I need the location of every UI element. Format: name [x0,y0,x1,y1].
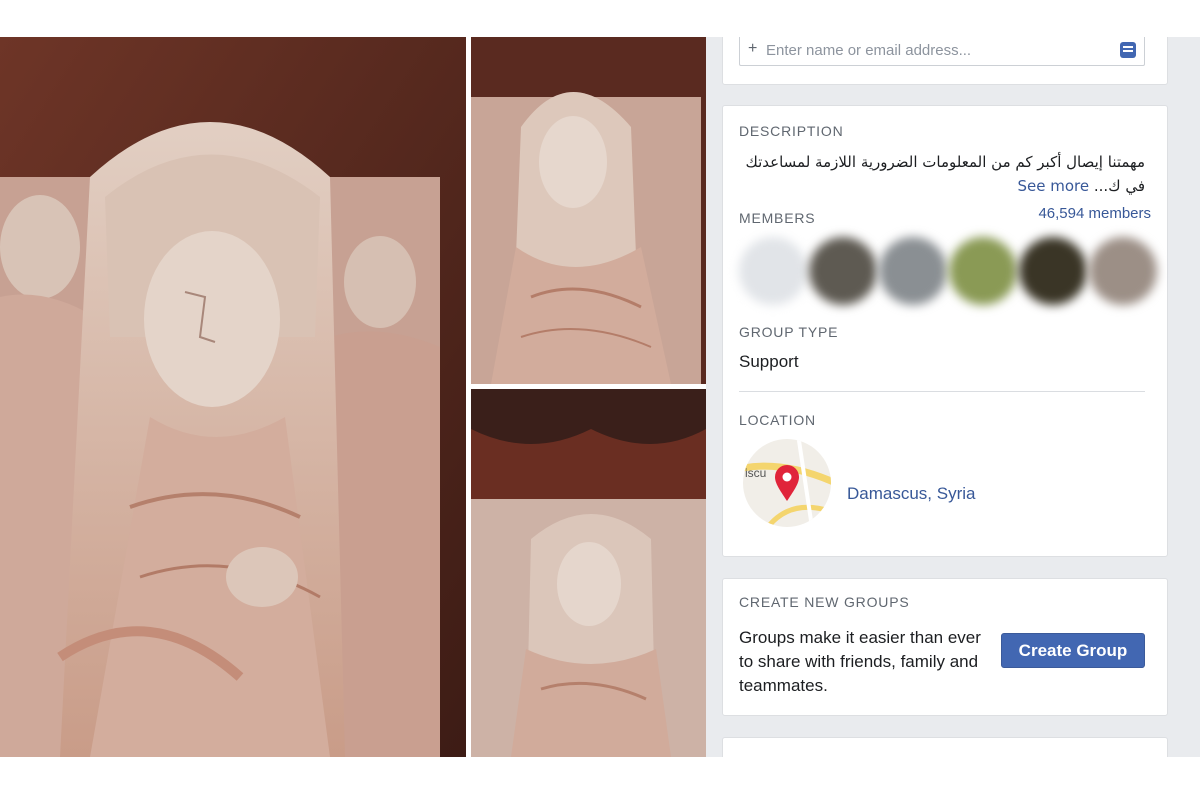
location-city-link[interactable]: Damascus, Syria [847,484,975,504]
members-count-link[interactable]: 46,594 members [1038,205,1151,222]
invite-members-card: + [722,37,1168,85]
svg-text:iscu: iscu [745,466,766,480]
member-avatars [739,233,1159,309]
location-label: LOCATION [739,412,816,428]
create-groups-text: Groups make it easier than ever to share… [739,628,981,695]
statue-photo-top-right[interactable] [471,37,706,384]
photo-grid [0,37,706,757]
statue-photo-bottom-right[interactable] [471,389,706,757]
recent-group-photos-card [722,737,1168,757]
see-more-link[interactable]: See more [1018,177,1090,195]
description-text: مهمتنا إيصال أكبر كم من المعلومات الضرور… [739,150,1145,198]
group-type-value: Support [739,352,799,371]
statue-photo-large[interactable] [0,37,466,757]
group-about-card: DESCRIPTION مهمتنا إيصال أكبر كم من المع… [722,105,1168,557]
member-avatar[interactable] [1019,237,1087,305]
create-groups-label: CREATE NEW GROUPS [739,594,910,610]
members-label: MEMBERS [739,210,816,226]
location-map-thumbnail[interactable]: iscu [743,439,831,527]
member-avatar[interactable] [809,237,877,305]
group-sidebar: + DESCRIPTION مهمتنا إيصال أكبر كم من ال… [706,37,1200,757]
member-avatar[interactable] [949,237,1017,305]
invite-input-box[interactable]: + [739,37,1145,66]
divider [739,391,1145,392]
contacts-icon[interactable] [1120,42,1136,58]
group-type-label: GROUP TYPE [739,324,839,340]
member-avatar[interactable] [1089,237,1157,305]
member-avatar[interactable] [879,237,947,305]
create-groups-card: CREATE NEW GROUPS Groups make it easier … [722,578,1168,716]
description-label: DESCRIPTION [739,123,844,139]
create-group-button[interactable]: Create Group [1001,633,1145,668]
plus-icon: + [748,40,758,57]
invite-members-input[interactable] [766,39,1116,61]
member-avatar[interactable] [739,237,807,305]
screenshot-frame: + DESCRIPTION مهمتنا إيصال أكبر كم من ال… [0,37,1200,757]
